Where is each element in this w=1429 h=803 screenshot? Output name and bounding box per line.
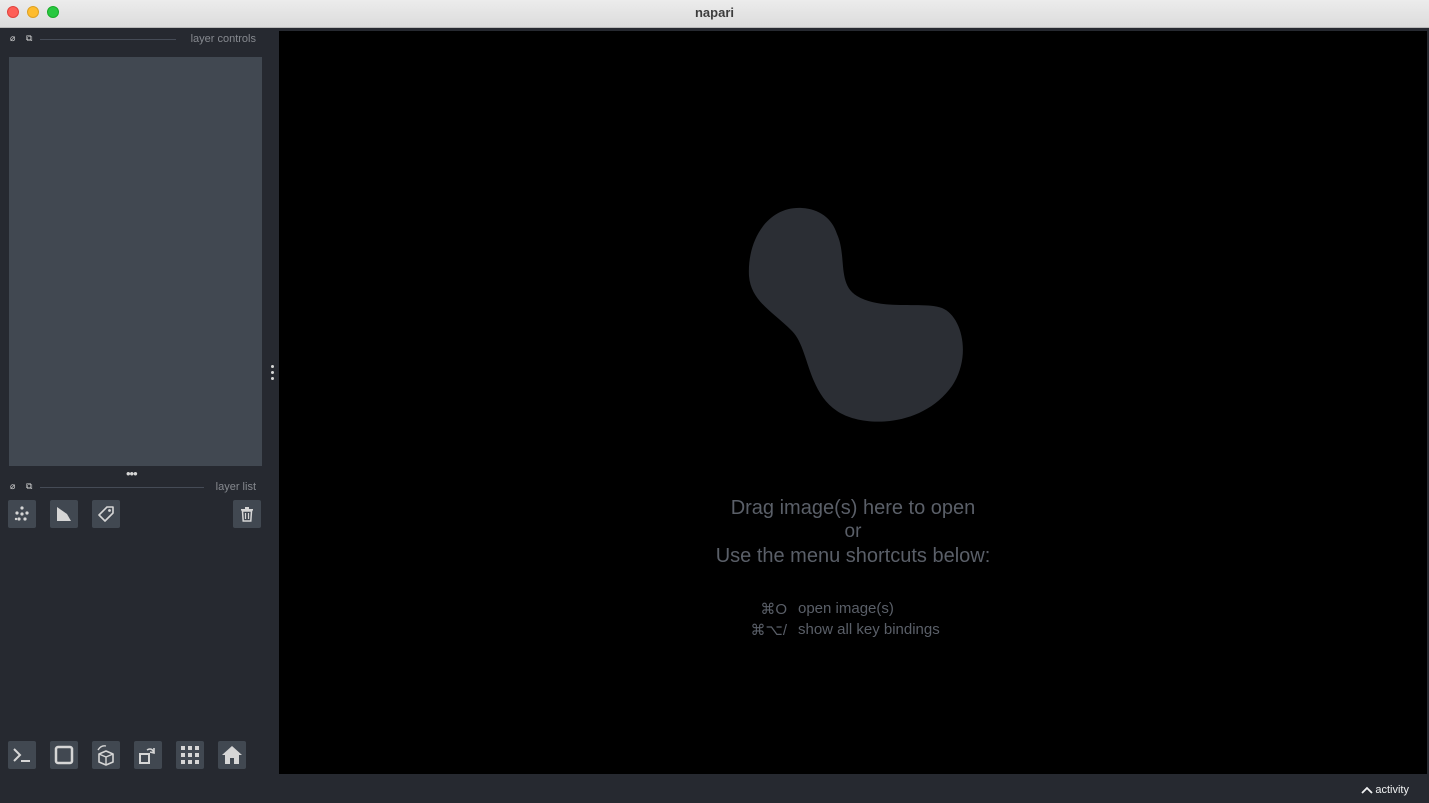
delete-layer-button[interactable] — [233, 500, 261, 528]
layer-controls-header: ⌀ ⧉ layer controls — [8, 32, 264, 46]
grid-view-button[interactable] — [176, 741, 204, 769]
new-points-layer-button[interactable] — [8, 500, 36, 528]
new-shapes-icon — [57, 507, 71, 521]
roll-dims-button[interactable] — [92, 741, 120, 769]
transpose-dims-button[interactable] — [134, 741, 162, 769]
welcome-overlay: Drag image(s) here to open or Use the me… — [279, 31, 1427, 774]
viewer-canvas[interactable]: Drag image(s) here to open or Use the me… — [279, 31, 1427, 774]
dock-hide-icon[interactable]: ⌀ — [10, 480, 15, 492]
new-shapes-layer-button[interactable] — [50, 500, 78, 528]
layer-list-header: ⌀ ⧉ layer list — [8, 480, 264, 494]
new-labels-layer-button[interactable] — [92, 500, 120, 528]
home-icon — [222, 746, 242, 764]
welcome-shortcuts-text: Use the menu shortcuts below: — [715, 545, 991, 567]
layer-list-label: layer list — [215, 481, 256, 493]
layer-controls-panel — [9, 57, 262, 466]
chevron-up-icon — [1361, 786, 1374, 794]
left-sidebar: ⌀ ⧉ layer controls ••• ⌀ ⧉ layer list — [0, 28, 272, 774]
dock-float-icon[interactable]: ⧉ — [26, 32, 32, 44]
console-button[interactable] — [8, 741, 36, 769]
new-labels-icon — [98, 506, 114, 522]
welcome-drag-text: Drag image(s) here to open — [730, 497, 976, 519]
window-titlebar: napari — [0, 0, 1429, 28]
roll-dims-icon — [97, 745, 114, 766]
layer-controls-label: layer controls — [190, 33, 256, 45]
shortcut-description: show all key bindings — [798, 621, 940, 638]
home-button[interactable] — [218, 741, 246, 769]
activity-toggle[interactable]: activity — [1361, 784, 1409, 796]
shortcut-description: open image(s) — [798, 600, 894, 617]
dock-float-icon[interactable]: ⧉ — [26, 480, 32, 492]
ndisplay-toggle-button[interactable] — [50, 741, 78, 769]
activity-label: activity — [1375, 784, 1409, 796]
ndisplay-2d-icon — [54, 745, 74, 765]
splitter-handle-icon[interactable]: ••• — [126, 467, 138, 480]
grid-view-icon — [181, 746, 199, 764]
napari-logo-icon — [748, 207, 963, 422]
shortcut-key: ⌘⌥/ — [750, 622, 787, 639]
sidebar-splitter-handle[interactable] — [268, 365, 276, 385]
trash-icon — [241, 507, 253, 522]
shortcut-key: ⌘O — [760, 601, 787, 618]
new-points-icon — [14, 506, 29, 521]
status-bar: activity — [0, 774, 1429, 803]
dock-header-divider — [40, 39, 176, 40]
dock-hide-icon[interactable]: ⌀ — [10, 32, 15, 44]
window-title: napari — [694, 5, 734, 20]
transpose-dims-icon — [139, 748, 155, 764]
welcome-or-text: or — [844, 521, 862, 542]
console-icon — [13, 748, 30, 762]
dock-header-divider — [40, 487, 204, 488]
